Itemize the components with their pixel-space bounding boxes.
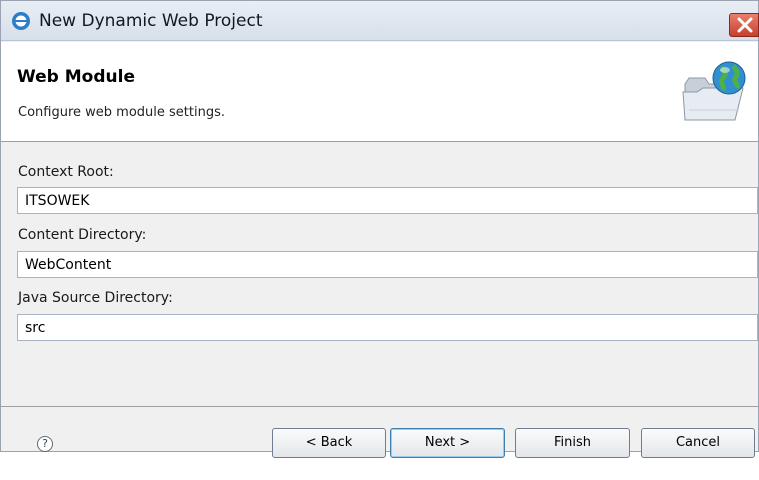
dialog-window: New Dynamic Web Project Web Module Confi…	[0, 0, 759, 458]
context-root-label: Context Root:	[18, 164, 114, 180]
close-button[interactable]	[729, 13, 759, 37]
eclipse-icon	[11, 11, 31, 31]
title-bar[interactable]: New Dynamic Web Project	[1, 1, 759, 41]
footer-divider	[1, 406, 758, 407]
cancel-button[interactable]: Cancel	[641, 428, 755, 458]
java-source-directory-label: Java Source Directory:	[18, 290, 173, 306]
content-directory-label: Content Directory:	[18, 227, 147, 243]
back-button[interactable]: < Back	[272, 428, 386, 458]
wizard-banner: Web Module Configure web module settings…	[1, 42, 758, 142]
close-icon	[737, 17, 753, 33]
content-directory-input[interactable]	[17, 251, 758, 278]
finish-button[interactable]: Finish	[515, 428, 630, 458]
java-source-directory-input[interactable]	[17, 314, 758, 341]
page-description: Configure web module settings.	[18, 105, 225, 120]
next-button[interactable]: Next >	[390, 428, 505, 458]
window-title: New Dynamic Web Project	[39, 11, 263, 31]
context-root-input[interactable]	[17, 187, 758, 214]
page-title: Web Module	[17, 67, 135, 87]
help-icon[interactable]: ?	[37, 436, 53, 452]
web-module-folder-globe-icon	[679, 54, 749, 130]
